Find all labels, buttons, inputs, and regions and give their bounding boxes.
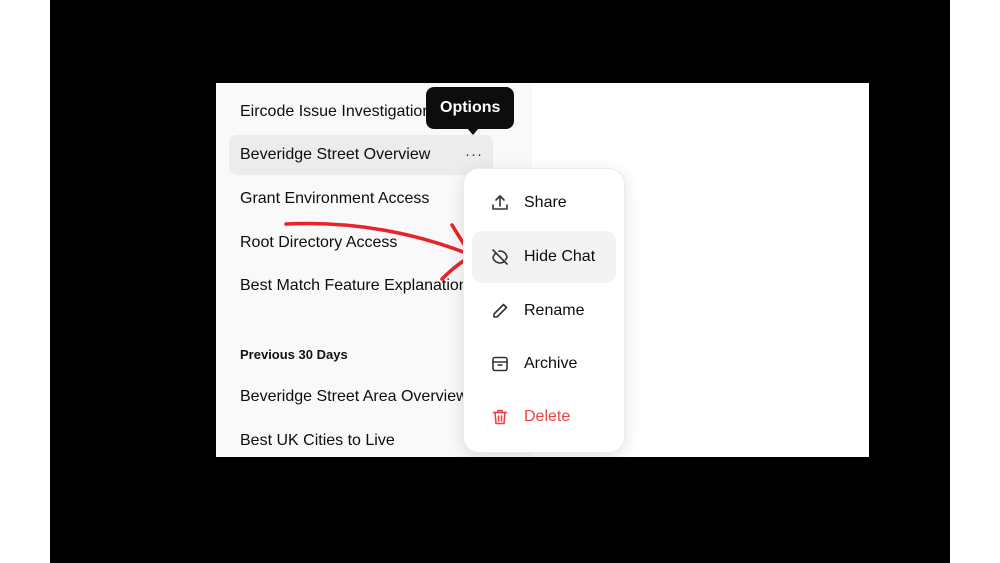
- archive-icon: [490, 354, 510, 374]
- hide-chat-label: Hide Chat: [524, 248, 596, 265]
- chat-item-label: Grant Environment Access: [240, 190, 430, 207]
- chat-item-label: Best Match Feature Explanation: [240, 277, 468, 294]
- chat-item-label: Eircode Issue Investigation: [240, 103, 432, 120]
- share-label: Share: [524, 194, 567, 211]
- chat-item-label: Beveridge Street Overview: [240, 146, 431, 163]
- tooltip-arrow: [467, 128, 479, 135]
- chat-item-active[interactable]: Beveridge Street Overview ···: [229, 135, 493, 175]
- video-frame: Eircode Issue Investigation Beveridge St…: [50, 0, 950, 563]
- rename-label: Rename: [524, 302, 585, 319]
- rename-menu-item[interactable]: Rename: [472, 285, 616, 337]
- delete-label: Delete: [524, 408, 571, 425]
- share-icon: [490, 193, 510, 213]
- delete-menu-item[interactable]: Delete: [472, 391, 616, 443]
- archive-menu-item[interactable]: Archive: [472, 338, 616, 390]
- share-menu-item[interactable]: Share: [472, 177, 616, 229]
- chat-item-label: Best UK Cities to Live: [240, 432, 395, 449]
- archive-label: Archive: [524, 355, 578, 372]
- pencil-icon: [490, 301, 510, 321]
- chat-options-menu: Share Hide Chat Rename Archive Delete: [463, 168, 625, 453]
- section-heading: Previous 30 Days: [240, 347, 348, 362]
- options-tooltip: Options: [426, 87, 515, 129]
- app-screen: Eircode Issue Investigation Beveridge St…: [216, 83, 869, 457]
- hide-icon: [490, 247, 510, 267]
- chat-item-label: Beveridge Street Area Overview: [240, 388, 468, 405]
- chat-item-label: Root Directory Access: [240, 234, 398, 251]
- trash-icon: [490, 407, 510, 427]
- hide-chat-menu-item[interactable]: Hide Chat: [472, 231, 616, 283]
